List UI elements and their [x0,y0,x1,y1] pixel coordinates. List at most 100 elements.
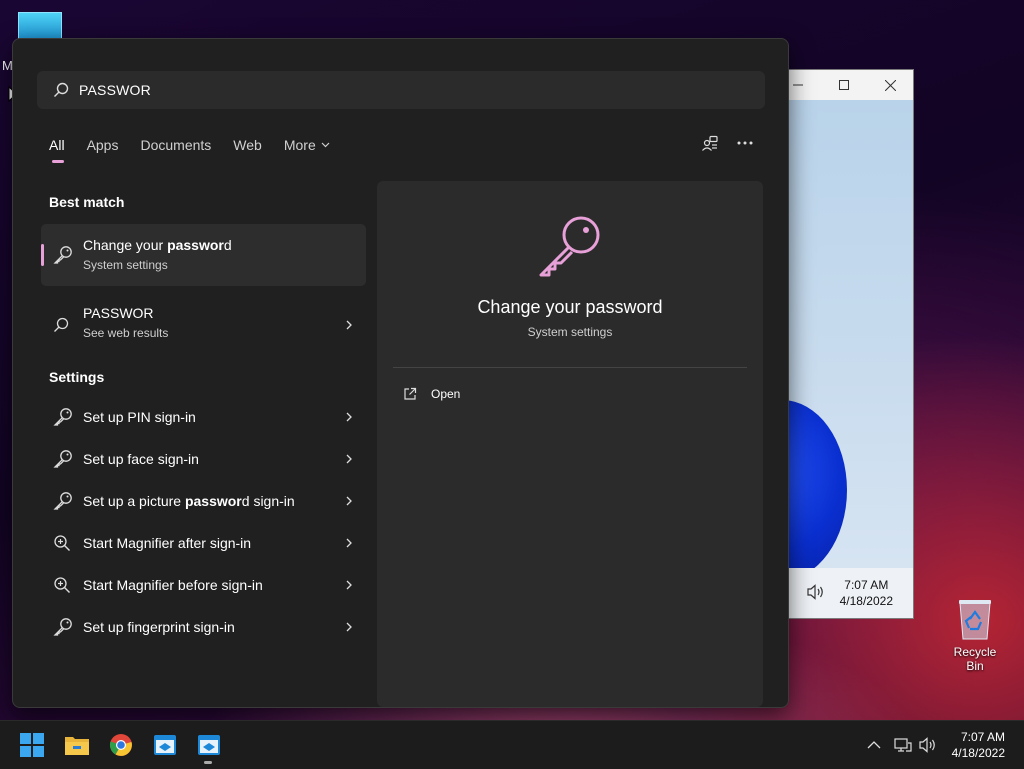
recycle-bin-icon [944,597,1006,641]
tab-apps-label: Apps [86,137,119,153]
key-icon [537,211,605,279]
magnifier-icon [53,576,71,594]
search-query[interactable]: PASSWOR [79,82,151,98]
recycle-bin-label: Recycle Bin [953,645,997,673]
network-button[interactable] [894,721,912,769]
wallpaper-bloom-shape [787,400,847,568]
best-match-subtitle: System settings [83,258,168,272]
show-hidden-icons-button[interactable] [867,721,881,769]
maximize-button[interactable] [823,70,865,100]
chrome-icon [109,733,133,757]
chrome-button[interactable] [105,729,137,761]
settings-item-label: Set up face sign-in [83,451,199,467]
preview-title: Change your password [477,297,663,317]
close-button[interactable] [869,70,911,100]
settings-heading: Settings [49,369,105,385]
chevron-down-icon [321,142,330,148]
volume-button[interactable] [919,721,937,769]
folder-icon [64,734,90,756]
settings-item-face[interactable]: Set up face sign-in [41,438,366,480]
settings-item-label: Start Magnifier before sign-in [83,577,263,593]
key-icon [53,407,73,427]
background-window-titlebar[interactable] [787,70,913,100]
account-switch-button[interactable] [701,135,719,153]
search-tabs: All Apps Documents Web More [49,137,352,163]
running-app-indicator [204,761,212,764]
volume-icon[interactable] [807,584,825,600]
tab-all-label: All [49,137,65,153]
key-icon [53,245,73,265]
web-result-subtitle: See web results [83,326,169,340]
tab-web[interactable]: Web [233,137,262,153]
preview-pane: Change your password System settings Ope… [377,181,763,707]
background-window-date: 4/18/2022 [839,594,893,608]
web-result-title: PASSWOR [83,305,154,321]
selection-accent [41,244,44,266]
best-match-title-post: d [223,237,232,253]
start-button[interactable] [16,729,48,761]
tab-documents[interactable]: Documents [140,137,211,153]
network-icon [894,737,912,753]
recycle-bin[interactable]: Recycle Bin [944,597,1006,673]
magnifier-icon [53,534,71,552]
app-button-1[interactable] [149,729,181,761]
tab-more[interactable]: More [284,137,330,153]
settings-item-label-post: d sign-in [241,493,295,509]
background-window-time: 7:07 AM [844,578,889,592]
taskbar-time: 7:07 AM [960,730,1005,744]
key-icon [53,617,73,637]
key-icon [53,491,73,511]
open-label: Open [431,387,461,401]
tab-web-label: Web [233,137,262,153]
settings-item-label-pre: Set up a picture [83,493,185,509]
taskbar: 7:07 AM 4/18/2022 [0,720,1024,769]
chevron-right-icon [346,320,352,330]
settings-item-picture-password[interactable]: Set up a picture password sign-in [41,480,366,522]
preview-subtitle: System settings [527,325,613,339]
background-window[interactable]: 7:07 AM 4/18/2022 [787,70,913,618]
more-options-icon [737,140,753,146]
chevron-right-icon [346,412,352,422]
tab-documents-label: Documents [140,137,212,153]
settings-item-magnifier-after[interactable]: Start Magnifier after sign-in [41,522,366,564]
settings-item-label: Set up PIN sign-in [83,409,196,425]
settings-item-label-bold: passwor [184,493,242,509]
settings-item-label: Set up fingerprint sign-in [83,619,235,635]
best-match-heading: Best match [49,194,125,210]
settings-item-pin[interactable]: Set up PIN sign-in [41,396,366,438]
best-match-title-bold: passwor [167,237,224,253]
taskbar-clock[interactable]: 7:07 AM 4/18/2022 [952,729,1005,761]
account-switch-icon [701,135,719,153]
web-result-item[interactable]: PASSWOR See web results [41,297,366,353]
search-panel: PASSWOR All Apps Documents Web More Best… [12,38,789,708]
search-input[interactable]: PASSWOR [37,71,765,109]
chevron-right-icon [346,580,352,590]
search-icon [53,82,69,98]
background-window-clock[interactable]: 7:07 AM 4/18/2022 [840,577,893,609]
tab-apps[interactable]: Apps [87,137,119,153]
tab-all[interactable]: All [49,137,65,163]
open-action[interactable]: Open [403,387,460,401]
best-match-item[interactable]: Change your password System settings [41,224,366,286]
chevron-right-icon [346,496,352,506]
open-external-icon [403,387,417,401]
key-icon [53,449,73,469]
chevron-right-icon [346,622,352,632]
settings-item-fingerprint[interactable]: Set up fingerprint sign-in [41,606,366,648]
tab-active-indicator [52,160,64,163]
best-match-title-pre: Change your [83,237,168,253]
app-window-icon [153,733,177,757]
app-button-2[interactable] [193,729,225,761]
taskbar-date: 4/18/2022 [951,746,1005,760]
search-icon [53,317,69,333]
tab-more-label: More [283,137,316,153]
more-options-button[interactable] [737,140,753,146]
chevron-right-icon [346,454,352,464]
settings-item-label: Start Magnifier after sign-in [83,535,252,551]
volume-icon [919,737,937,753]
chevron-right-icon [346,538,352,548]
background-window-content [787,100,913,568]
settings-item-magnifier-before[interactable]: Start Magnifier before sign-in [41,564,366,606]
chevron-up-icon [867,741,881,749]
file-explorer-button[interactable] [61,729,93,761]
